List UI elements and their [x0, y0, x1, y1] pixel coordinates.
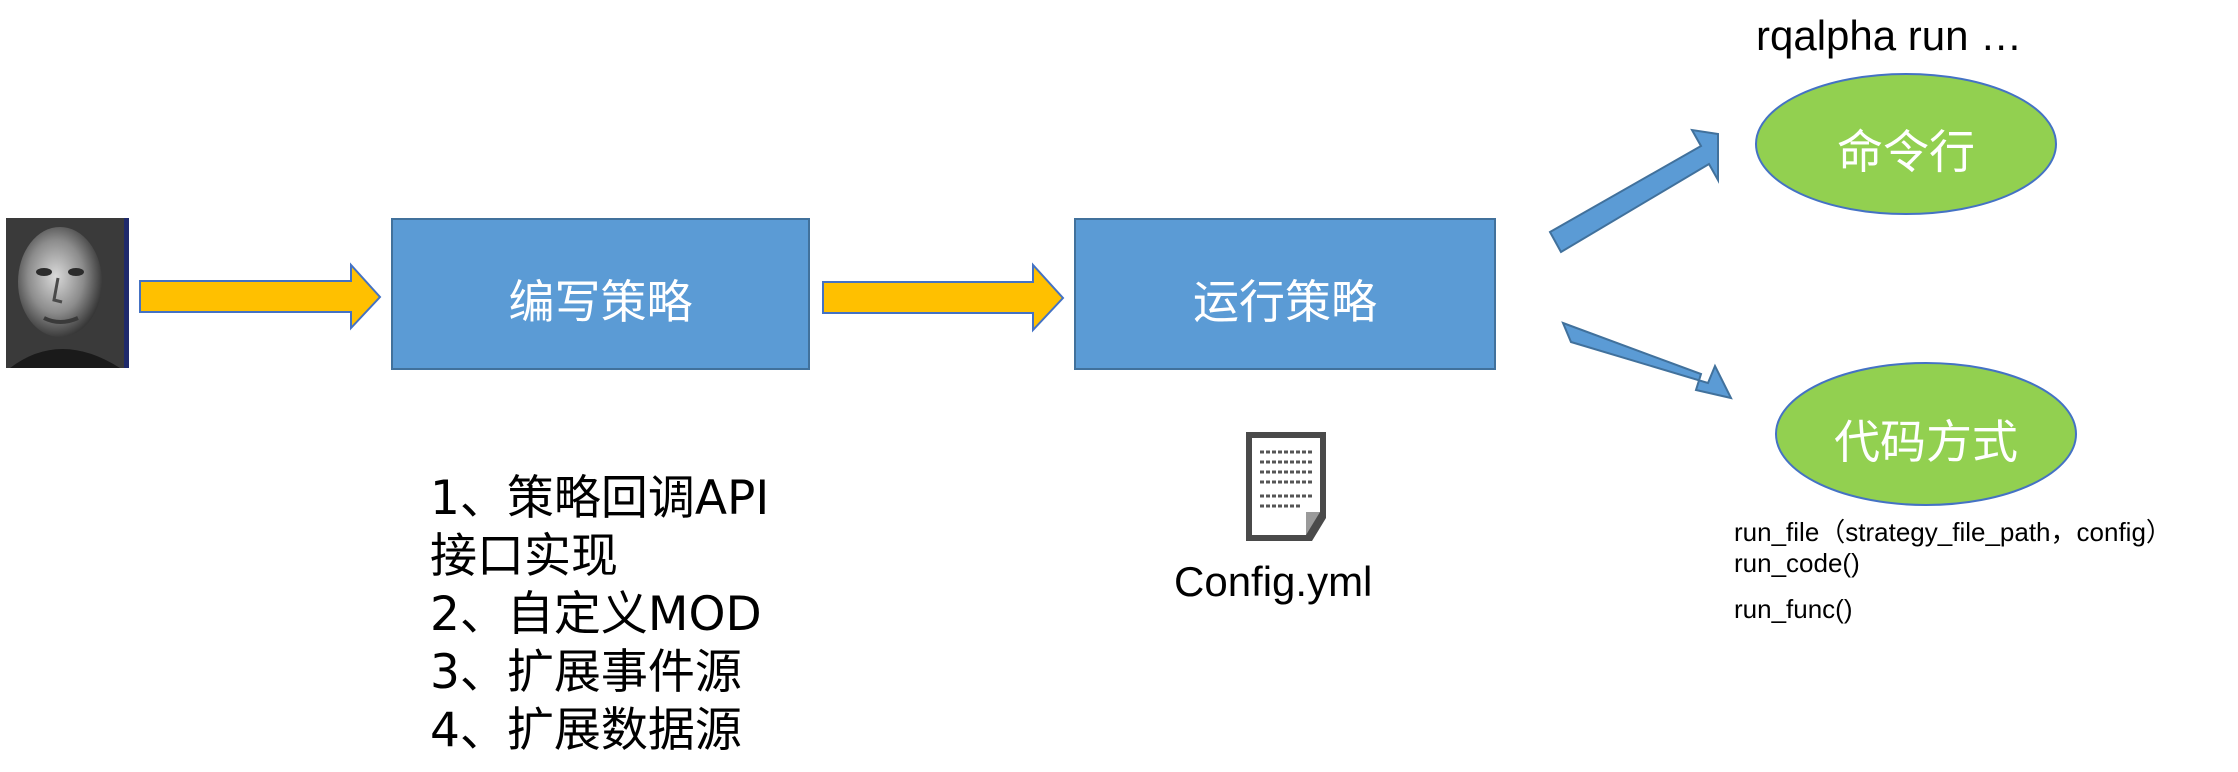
- list-item: run_file（strategy_file_path，config）: [1734, 517, 2172, 547]
- config-file-label: Config.yml: [1174, 558, 1373, 605]
- write-steps-list: 1、策略回调API 接口实现 2、自定义MOD 3、扩展事件源 4、扩展数据源: [430, 470, 769, 760]
- list-item: 2、自定义MOD: [430, 587, 762, 642]
- list-item: 4、扩展数据源: [430, 703, 742, 758]
- list-item: run_code(): [1734, 548, 1860, 578]
- run-strategy-label: 运行策略: [1193, 275, 1377, 329]
- branch-arrow-command-line: [1548, 128, 1719, 254]
- flow-arrow-2: [822, 262, 1065, 333]
- code-mode-label: 代码方式: [1834, 415, 2018, 469]
- list-item: run_func(): [1734, 594, 1853, 624]
- list-item: 3、扩展事件源: [430, 645, 742, 700]
- command-example: rqalpha run …: [1756, 12, 2023, 59]
- branch-arrow-code-mode: [1561, 321, 1733, 400]
- document-icon: [1246, 432, 1326, 541]
- code-functions-list: run_file（strategy_file_path，config） run_…: [1734, 512, 2234, 632]
- list-item: 1、策略回调API: [430, 471, 770, 526]
- person-photo-icon: [6, 218, 129, 368]
- command-line-label: 命令行: [1837, 125, 1975, 179]
- list-item: 接口实现: [430, 529, 618, 584]
- flow-arrow-1: [139, 262, 382, 331]
- write-strategy-label: 编写策略: [508, 275, 693, 329]
